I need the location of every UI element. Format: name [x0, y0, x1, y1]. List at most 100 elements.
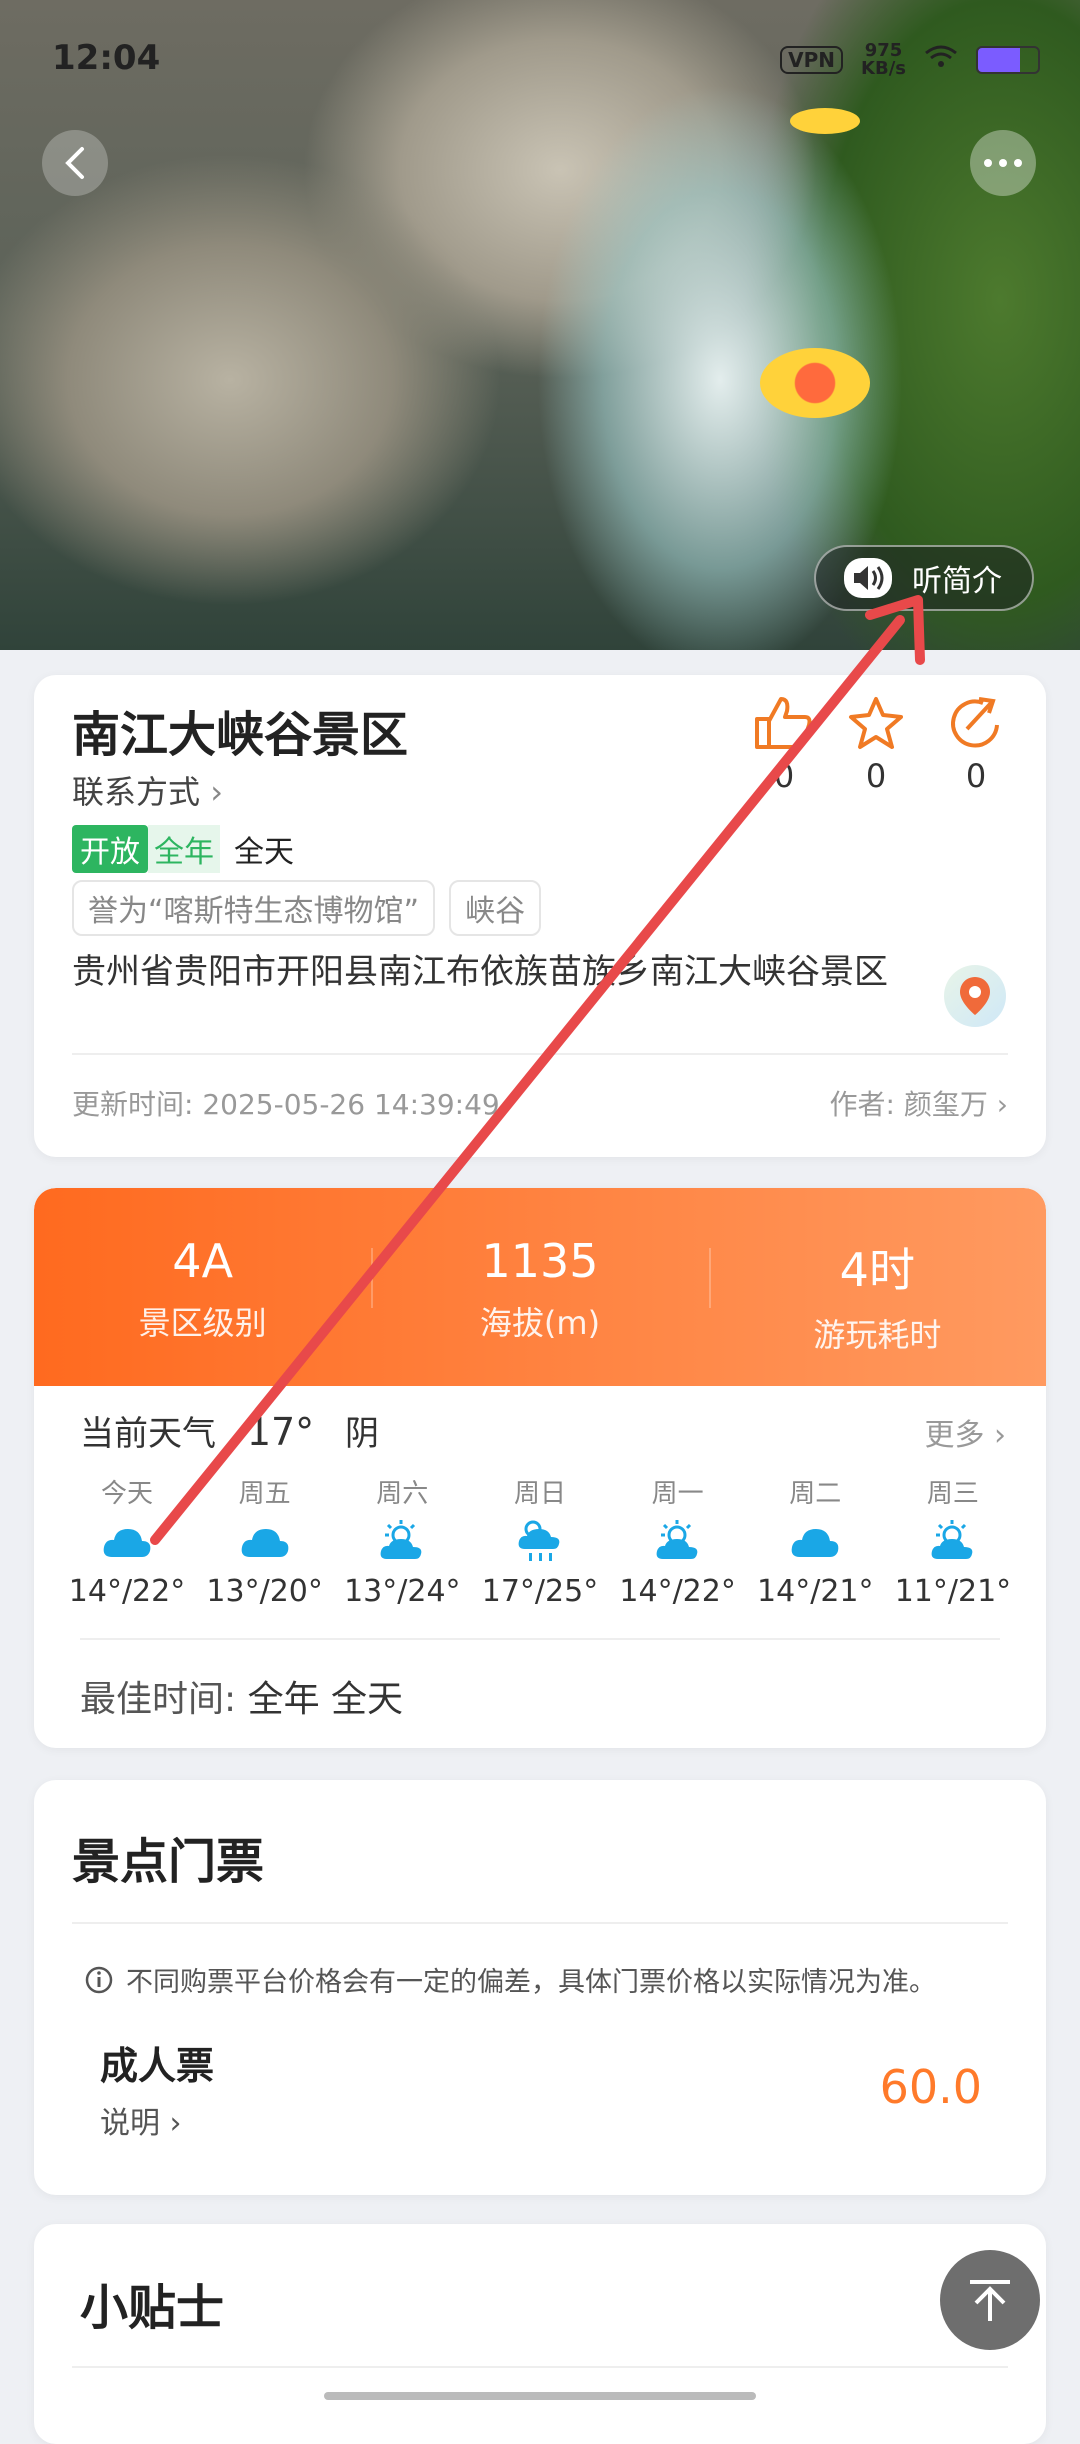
ticket-price: 60.0 [879, 2060, 982, 2114]
forecast-day: 周日 17°/25° [475, 1473, 605, 1609]
forecast-day: 周一 14°/22° [613, 1473, 743, 1609]
share-icon [951, 697, 999, 748]
stat-value: 1135 [481, 1234, 599, 1288]
raft-image-small [790, 108, 860, 134]
best-time: 最佳时间: 全年 全天 [80, 1670, 403, 1722]
current-weather: 当前天气 17° 阴 [80, 1406, 379, 1455]
arrow-to-top-icon [970, 2280, 1010, 2321]
chevron-right-icon: › [169, 2106, 182, 2141]
weather-more-link[interactable]: 更多 › [924, 1410, 1006, 1454]
wifi-icon [924, 44, 958, 76]
status-bar: 12:04 VPN 975 KB/s [52, 38, 1040, 88]
scroll-to-top-button[interactable] [940, 2250, 1040, 2350]
divider [72, 1922, 1008, 1924]
forecast-day-name: 周六 [376, 1479, 429, 1509]
cloud-icon [62, 1516, 192, 1566]
stat-label: 海拔(m) [479, 1304, 601, 1342]
forecast-temp-range: 14°/22° [68, 1574, 186, 1609]
forecast-temp-range: 13°/24° [344, 1574, 461, 1609]
listen-intro-button[interactable]: 听简介 [814, 545, 1034, 611]
chevron-right-icon: › [996, 1088, 1008, 1121]
more-button[interactable] [970, 130, 1036, 196]
feature-chips: 誉为“喀斯特生态博物馆” 峡谷 [72, 880, 542, 936]
speaker-icon [844, 558, 892, 598]
forecast-row: 今天 14°/22° 周五 13°/20° 周六 13°/24° 周日 17°/25° 周一 14… [62, 1473, 1018, 1609]
price-notice: 不同购票平台价格会有一定的偏差，具体门票价格以实际情况为准。 [84, 1960, 936, 1999]
hero-image[interactable]: 12:04 VPN 975 KB/s 听简介 [0, 0, 1080, 650]
cloud-icon [200, 1516, 330, 1566]
hours-text: 全天 [234, 835, 294, 870]
stat-value: 4时 [839, 1243, 915, 1297]
partly-sunny-icon [337, 1516, 467, 1566]
share-count: 0 [965, 757, 987, 795]
stat-value: 4A [172, 1234, 234, 1288]
cloud-icon [750, 1516, 880, 1566]
forecast-temp-range: 14°/22° [619, 1574, 736, 1609]
stat-label: 景区级别 [138, 1304, 267, 1342]
partly-sunny-icon [613, 1516, 743, 1566]
sun-rain-icon [475, 1516, 605, 1566]
forecast-day-name: 周三 [926, 1479, 979, 1509]
forecast-temp-range: 14°/21° [757, 1574, 874, 1609]
back-button[interactable] [42, 130, 108, 196]
stats-weather-card: 4A 景区级别 1135 海拔(m) 4时 游玩耗时 当前天气 17° 阴 更多… [34, 1188, 1046, 1748]
share-button[interactable]: 0 [936, 695, 1016, 795]
tickets-title: 景点门票 [72, 1834, 265, 1890]
listen-intro-label: 听简介 [912, 564, 1002, 599]
map-navigate-button[interactable] [944, 965, 1006, 1027]
forecast-day-name: 周一 [651, 1479, 704, 1509]
vpn-badge: VPN [780, 46, 844, 74]
tickets-card: 景点门票 不同购票平台价格会有一定的偏差，具体门票价格以实际情况为准。 成人票 … [34, 1780, 1046, 2195]
contact-link[interactable]: 联系方式 › [72, 767, 223, 813]
forecast-temp-range: 11°/21° [894, 1574, 1012, 1609]
chevron-right-icon: › [994, 1418, 1006, 1453]
forecast-day: 周六 13°/24° [337, 1473, 467, 1609]
weather-condition: 阴 [344, 1414, 379, 1454]
chevron-right-icon: › [210, 773, 223, 811]
divider [72, 1053, 1008, 1055]
best-time-label: 最佳时间: [80, 1679, 237, 1720]
stat-duration: 4时 游玩耗时 [708, 1188, 1046, 1386]
feature-chip: 誉为“喀斯特生态博物馆” [72, 880, 436, 936]
chevron-left-icon [65, 147, 84, 179]
stat-level: 4A 景区级别 [34, 1188, 371, 1386]
info-icon [85, 1966, 113, 1993]
divider [72, 2366, 1008, 2368]
forecast-day-name: 周二 [789, 1479, 842, 1509]
tips-title: 小贴士 [80, 2280, 225, 2336]
stat-altitude: 1135 海拔(m) [371, 1188, 708, 1386]
forecast-day: 周三 11°/21° [888, 1473, 1018, 1609]
stat-label: 游玩耗时 [813, 1316, 942, 1354]
author-label: 作者: 颜玺万 [829, 1088, 988, 1121]
feature-chip: 峡谷 [449, 880, 542, 936]
open-status-row: 开放 全年 全天 [72, 825, 294, 873]
spot-info-card: 南江大峡谷景区 联系方式 › 0 0 0 开放 全年 全天 誉为“喀斯特生态博物… [34, 675, 1046, 1157]
spot-title: 南江大峡谷景区 [72, 707, 409, 763]
forecast-day-name: 周日 [513, 1479, 566, 1509]
notice-text: 不同购票平台价格会有一定的偏差，具体门票价格以实际情况为准。 [126, 1967, 936, 1998]
season-badge: 全年 [148, 825, 220, 873]
more-label: 更多 [924, 1418, 985, 1453]
forecast-day: 周二 14°/21° [750, 1473, 880, 1609]
forecast-day: 周五 13°/20° [200, 1473, 330, 1609]
favorite-count: 0 [865, 757, 887, 795]
forecast-day-name: 今天 [100, 1479, 153, 1509]
update-time: 更新时间: 2025-05-26 14:39:49 [72, 1088, 500, 1121]
forecast-day: 今天 14°/22° [62, 1473, 192, 1609]
battery-icon [976, 46, 1040, 74]
home-indicator[interactable] [324, 2392, 756, 2400]
ticket-desc-label: 说明 [100, 2106, 160, 2141]
thumb-up-icon [755, 697, 812, 749]
divider [80, 1638, 1000, 1640]
favorite-button[interactable]: 0 [836, 695, 916, 795]
partly-sunny-icon [888, 1516, 1018, 1566]
tips-card: 小贴士 [34, 2224, 1046, 2444]
forecast-day-name: 周五 [238, 1479, 291, 1509]
weather-temp: 17° [246, 1410, 315, 1454]
contact-label: 联系方式 [72, 773, 201, 811]
ticket-desc-link[interactable]: 说明 › [100, 2098, 182, 2142]
author-link[interactable]: 作者: 颜玺万 › [830, 1083, 1008, 1123]
best-time-value: 全年 全天 [247, 1679, 404, 1720]
like-button[interactable]: 0 [744, 695, 824, 795]
like-count: 0 [773, 757, 795, 795]
